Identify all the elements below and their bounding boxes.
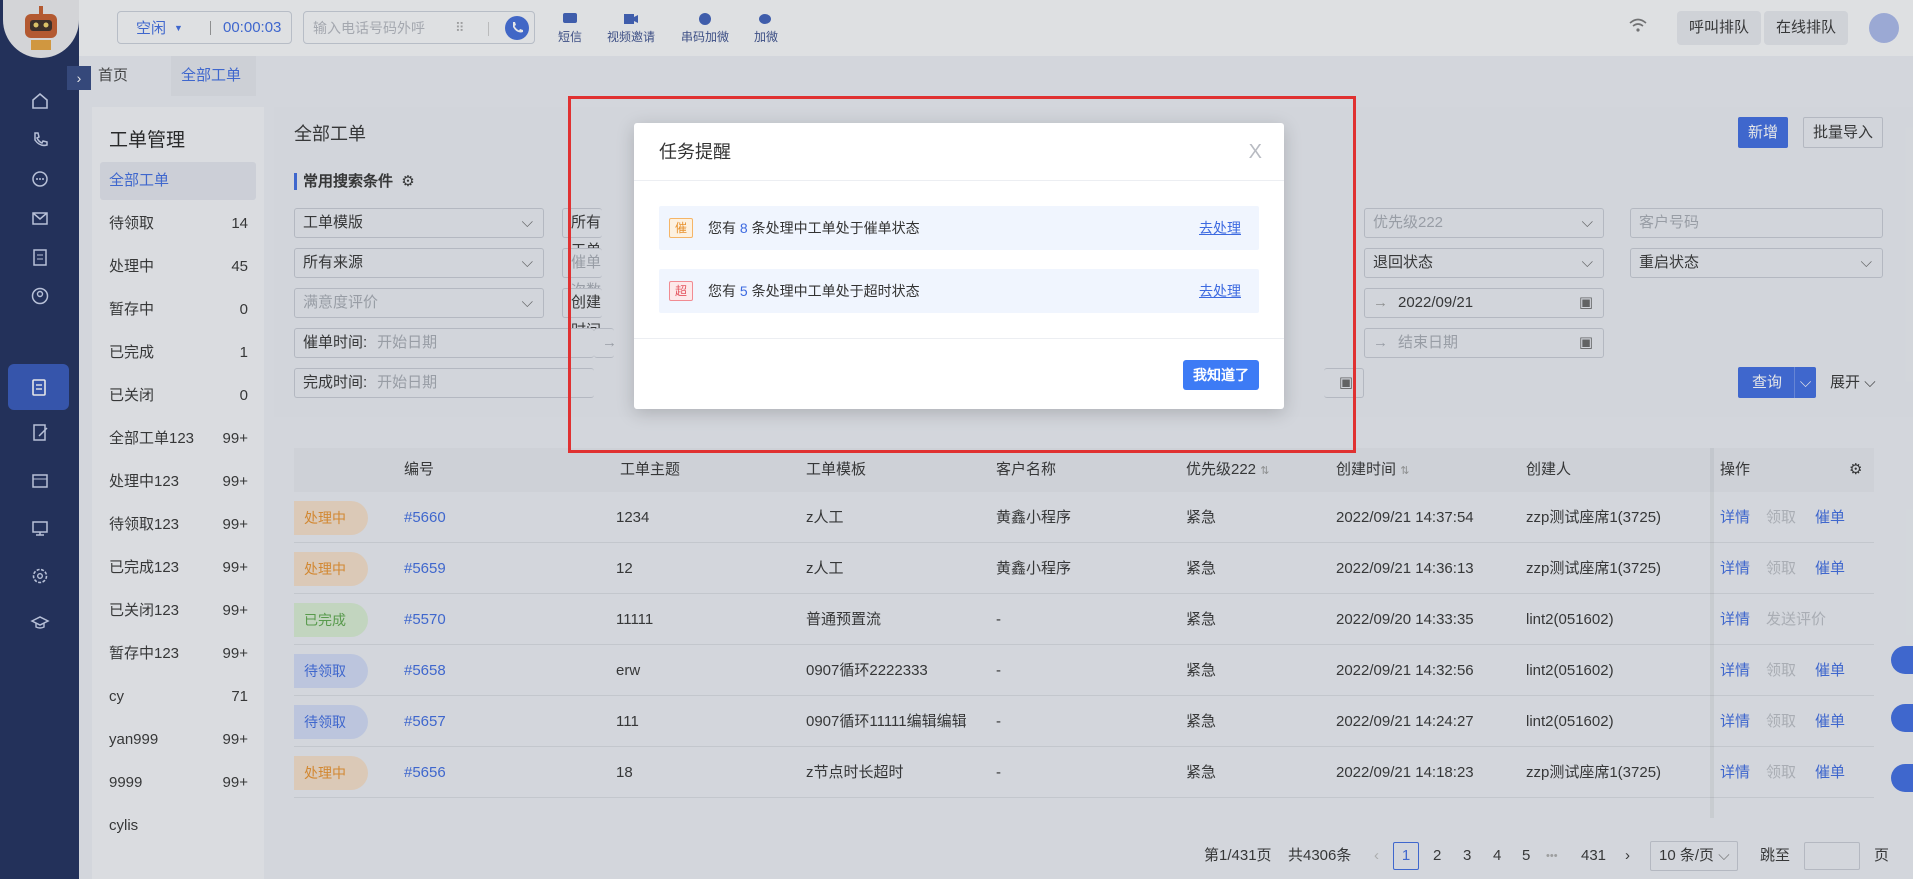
close-icon[interactable]: X (1249, 123, 1262, 181)
modal-header: 任务提醒 X (634, 123, 1284, 181)
timeout-notice: 超 您有 5 条处理中工单处于超时状态 去处理 (659, 269, 1259, 313)
urge-notice: 催 您有 8 条处理中工单处于催单状态 去处理 (659, 206, 1259, 250)
urge-badge: 催 (669, 218, 693, 238)
urge-count: 8 (739, 220, 748, 236)
handle-timeout-link[interactable]: 去处理 (1199, 269, 1241, 313)
task-reminder-modal: 任务提醒 X 催 您有 8 条处理中工单处于催单状态 去处理 超 您有 5 条处… (634, 123, 1284, 409)
modal-title: 任务提醒 (659, 142, 731, 162)
handle-urge-link[interactable]: 去处理 (1199, 206, 1241, 250)
timeout-count: 5 (739, 283, 748, 299)
modal-footer: 我知道了 (634, 338, 1284, 409)
timeout-badge: 超 (669, 281, 693, 301)
acknowledge-button[interactable]: 我知道了 (1183, 360, 1259, 390)
